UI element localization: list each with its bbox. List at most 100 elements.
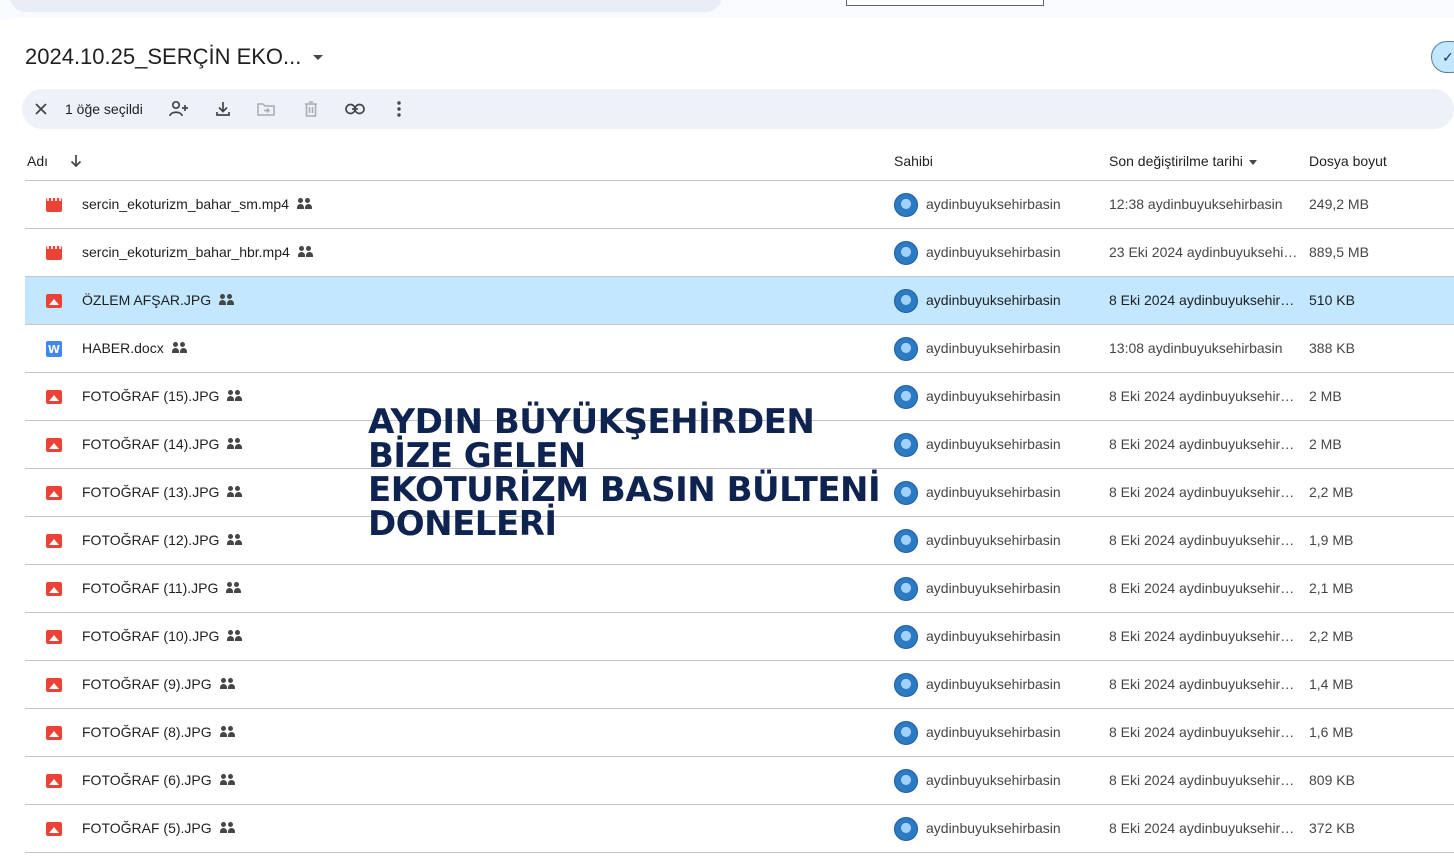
column-modified-label: Son değiştirilme tarihi xyxy=(1109,153,1243,169)
shared-people-icon xyxy=(219,678,237,690)
shared-people-icon xyxy=(227,438,244,450)
modified-date: 8 Eki 2024 aydinbuyuksehir… xyxy=(1109,676,1295,692)
file-row[interactable]: W HABER.docx aydinbuyuksehirbasin 13:08 ayd… xyxy=(25,325,1454,373)
file-name-text: ÖZLEM AFŞAR.JPG xyxy=(82,292,212,308)
file-row[interactable]: sercin_ekoturizm_bahar_sm.mp4 aydinbuyuks… xyxy=(25,181,1454,229)
file-size: 2 MB xyxy=(1309,436,1342,452)
file-name[interactable]: FOTOĞRAF (13).JPG xyxy=(82,484,244,500)
modified-date: 8 Eki 2024 aydinbuyuksehir… xyxy=(1109,628,1295,644)
modified-date: 13:08 aydinbuyuksehirbasin xyxy=(1109,340,1283,356)
file-name-text: FOTOĞRAF (9).JPG xyxy=(82,676,212,692)
modified-date: 8 Eki 2024 aydinbuyuksehir… xyxy=(1109,724,1295,740)
file-name-text: FOTOĞRAF (10).JPG xyxy=(82,628,220,644)
shared-people-icon xyxy=(171,342,189,354)
owner-avatar xyxy=(894,481,918,505)
file-name-text: FOTOĞRAF (8).JPG xyxy=(82,724,212,740)
share-icon[interactable] xyxy=(167,97,191,121)
file-name[interactable]: FOTOĞRAF (5).JPG xyxy=(82,820,237,836)
checkmark-icon: ✓ xyxy=(1442,48,1454,65)
owner-name: aydinbuyuksehirbasin xyxy=(926,436,1061,452)
folder-title: 2024.10.25_SERÇİN EKO... xyxy=(25,44,302,69)
file-name[interactable]: FOTOĞRAF (15).JPG xyxy=(82,388,244,404)
file-size: 249,2 MB xyxy=(1309,196,1369,212)
image-file-icon xyxy=(46,726,62,740)
shared-people-icon xyxy=(227,486,244,498)
file-name[interactable]: sercin_ekoturizm_bahar_hbr.mp4 xyxy=(82,244,315,260)
shared-people-icon xyxy=(296,198,314,210)
file-name[interactable]: FOTOĞRAF (12).JPG xyxy=(82,532,244,548)
file-name[interactable]: FOTOĞRAF (14).JPG xyxy=(82,436,244,452)
file-row[interactable]: FOTOĞRAF (10).JPG aydinbuyuksehirbasin 8 E… xyxy=(25,613,1454,661)
owner-avatar xyxy=(894,817,918,841)
file-size: 1,6 MB xyxy=(1309,724,1354,740)
file-row[interactable]: FOTOĞRAF (8).JPG aydinbuyuksehirbasin 8 Ek… xyxy=(25,709,1454,757)
modified-date: 8 Eki 2024 aydinbuyuksehir… xyxy=(1109,532,1295,548)
link-icon[interactable] xyxy=(343,97,367,121)
shared-people-icon xyxy=(219,774,237,786)
owner-avatar xyxy=(894,673,918,697)
owner-name: aydinbuyuksehirbasin xyxy=(926,388,1061,404)
search-bar[interactable] xyxy=(10,0,722,12)
file-size: 2,2 MB xyxy=(1309,484,1354,500)
file-name-text: FOTOĞRAF (14).JPG xyxy=(82,436,220,452)
column-name-header[interactable]: Adı xyxy=(27,153,48,169)
image-file-icon xyxy=(46,822,62,836)
file-name[interactable]: sercin_ekoturizm_bahar_sm.mp4 xyxy=(82,196,314,212)
top-field[interactable] xyxy=(846,0,1044,6)
file-row[interactable]: sercin_ekoturizm_bahar_hbr.mp4 aydinbuyuk… xyxy=(25,229,1454,277)
file-row[interactable]: FOTOĞRAF (11).JPG aydinbuyuksehirbasin 8 E… xyxy=(25,565,1454,613)
file-name[interactable]: FOTOĞRAF (9).JPG xyxy=(82,676,237,692)
owner-name: aydinbuyuksehirbasin xyxy=(926,676,1061,692)
file-row[interactable]: FOTOĞRAF (5).JPG aydinbuyuksehirbasin 8 Ek… xyxy=(25,805,1454,853)
image-file-icon xyxy=(46,678,62,692)
modified-date: 23 Eki 2024 aydinbuyuksehi… xyxy=(1109,244,1298,260)
file-row[interactable]: ÖZLEM AFŞAR.JPG aydinbuyuksehirbasin 8 Eki… xyxy=(25,277,1454,325)
shared-people-icon xyxy=(227,390,244,402)
file-size: 2 MB xyxy=(1309,388,1342,404)
file-size: 388 KB xyxy=(1309,340,1355,356)
move-icon[interactable] xyxy=(254,97,278,121)
column-modified-header[interactable]: Son değiştirilme tarihi xyxy=(1109,153,1257,169)
owner-avatar xyxy=(894,625,918,649)
modified-date: 8 Eki 2024 aydinbuyuksehir… xyxy=(1109,388,1295,404)
file-name[interactable]: ÖZLEM AFŞAR.JPG xyxy=(82,292,236,308)
file-row[interactable]: FOTOĞRAF (9).JPG aydinbuyuksehirbasin 8 Ek… xyxy=(25,661,1454,709)
file-name[interactable]: FOTOĞRAF (11).JPG xyxy=(82,580,243,596)
column-owner-header[interactable]: Sahibi xyxy=(894,153,933,169)
owner-avatar xyxy=(894,769,918,793)
caption-line: EKOTURİZM BASIN BÜLTENİ xyxy=(368,470,881,510)
owner-name: aydinbuyuksehirbasin xyxy=(926,772,1061,788)
file-name[interactable]: FOTOĞRAF (10).JPG xyxy=(82,628,244,644)
owner-name: aydinbuyuksehirbasin xyxy=(926,196,1061,212)
file-name-text: FOTOĞRAF (6).JPG xyxy=(82,772,212,788)
selection-toolbar: 1 öğe seçildi xyxy=(22,89,1454,129)
download-icon[interactable] xyxy=(211,97,235,121)
trash-icon[interactable] xyxy=(299,97,323,121)
file-name[interactable]: FOTOĞRAF (8).JPG xyxy=(82,724,237,740)
video-file-icon xyxy=(46,246,62,260)
more-vert-icon[interactable] xyxy=(387,97,411,121)
close-icon[interactable] xyxy=(29,97,53,121)
folder-title-button[interactable]: 2024.10.25_SERÇİN EKO... xyxy=(25,44,324,70)
image-file-icon xyxy=(46,582,62,596)
image-file-icon xyxy=(46,438,62,452)
owner-name: aydinbuyuksehirbasin xyxy=(926,484,1061,500)
file-name[interactable]: HABER.docx xyxy=(82,340,189,356)
modified-date: 8 Eki 2024 aydinbuyuksehir… xyxy=(1109,820,1295,836)
caption-line: BİZE GELEN xyxy=(368,436,586,476)
top-bar xyxy=(0,0,1454,20)
file-name-text: FOTOĞRAF (15).JPG xyxy=(82,388,220,404)
modified-date: 8 Eki 2024 aydinbuyuksehir… xyxy=(1109,292,1295,308)
owner-name: aydinbuyuksehirbasin xyxy=(926,628,1061,644)
file-name-text: HABER.docx xyxy=(82,340,164,356)
column-size-header[interactable]: Dosya boyut xyxy=(1309,153,1387,169)
file-row[interactable]: FOTOĞRAF (6).JPG aydinbuyuksehirbasin 8 Ek… xyxy=(25,757,1454,805)
column-header-row: Adı Sahibi Son değiştirilme tarihi Dosya… xyxy=(25,144,1454,181)
file-name[interactable]: FOTOĞRAF (6).JPG xyxy=(82,772,237,788)
video-file-icon xyxy=(46,198,62,212)
owner-name: aydinbuyuksehirbasin xyxy=(926,724,1061,740)
file-name-text: FOTOĞRAF (11).JPG xyxy=(82,580,219,596)
shared-people-icon xyxy=(219,726,237,738)
arrow-down-icon[interactable] xyxy=(69,153,83,172)
modified-date: 8 Eki 2024 aydinbuyuksehir… xyxy=(1109,772,1295,788)
